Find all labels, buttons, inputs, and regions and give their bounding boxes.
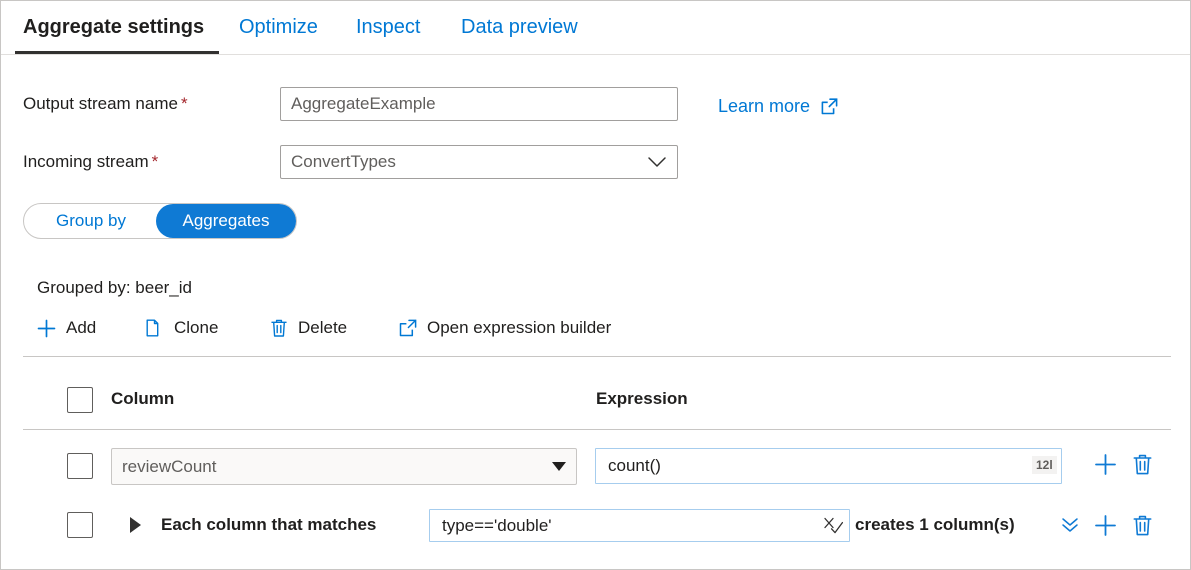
expression-input[interactable]: count() — [595, 448, 1062, 484]
expression-type-badge: 12l — [1032, 456, 1057, 474]
expression-check-icon[interactable] — [821, 514, 845, 536]
add-label: Add — [66, 316, 96, 340]
trash-icon — [268, 318, 289, 339]
open-expression-builder-label: Open expression builder — [427, 316, 611, 340]
chevron-down-icon — [647, 156, 667, 172]
open-expression-builder-button[interactable]: Open expression builder — [397, 314, 611, 342]
grouped-by-text: Grouped by: beer_id — [37, 277, 192, 299]
tab-inspect[interactable]: Inspect — [356, 13, 420, 41]
add-button[interactable]: Add — [36, 314, 96, 342]
row-add-button[interactable] — [1093, 513, 1117, 537]
row-add-button[interactable] — [1093, 452, 1117, 476]
column-header-column: Column — [111, 388, 174, 410]
delete-button[interactable]: Delete — [268, 314, 347, 342]
external-link-icon — [397, 318, 418, 339]
required-asterisk: * — [152, 152, 159, 171]
toggle-option-aggregates[interactable]: Aggregates — [156, 204, 296, 238]
select-all-checkbox[interactable] — [67, 387, 93, 413]
group-aggregates-toggle: Group by Aggregates — [23, 203, 297, 239]
rule-suffix-label: creates 1 column(s) — [855, 514, 1015, 536]
double-chevron-down-icon[interactable] — [1059, 515, 1081, 535]
rule-prefix-label: Each column that matches — [161, 514, 376, 536]
caret-down-icon — [552, 461, 566, 473]
command-bar-divider — [23, 356, 1171, 357]
clone-label: Clone — [174, 316, 218, 340]
tab-bar-divider — [1, 54, 1190, 55]
copy-icon — [144, 318, 165, 339]
tab-aggregate-settings[interactable]: Aggregate settings — [23, 13, 204, 41]
learn-more-label: Learn more — [718, 94, 810, 118]
row-delete-button[interactable] — [1130, 452, 1154, 476]
delete-label: Delete — [298, 316, 347, 340]
incoming-stream-label-text: Incoming stream — [23, 152, 149, 171]
output-stream-name-input[interactable]: AggregateExample — [280, 87, 678, 121]
row-delete-button[interactable] — [1130, 513, 1154, 537]
row-checkbox[interactable] — [67, 453, 93, 479]
expand-triangle-icon[interactable] — [130, 517, 141, 533]
row-checkbox[interactable] — [67, 512, 93, 538]
clone-button[interactable]: Clone — [144, 314, 218, 342]
learn-more-link[interactable]: Learn more — [718, 92, 840, 120]
external-link-icon — [819, 96, 840, 117]
required-asterisk: * — [181, 94, 188, 113]
match-pattern-input[interactable]: type=='double' — [429, 509, 850, 542]
tab-bar: Aggregate settings Optimize Inspect Data… — [1, 1, 1191, 55]
toggle-option-group-by[interactable]: Group by — [24, 204, 158, 238]
plus-icon — [36, 318, 57, 339]
column-select[interactable]: reviewCount — [111, 448, 577, 485]
tab-optimize[interactable]: Optimize — [239, 13, 318, 41]
tab-data-preview[interactable]: Data preview — [461, 13, 578, 41]
output-stream-name-label-text: Output stream name — [23, 94, 178, 113]
incoming-stream-label: Incoming stream* — [23, 151, 158, 173]
table-header-divider — [23, 429, 1171, 430]
aggregate-settings-panel: Aggregate settings Optimize Inspect Data… — [0, 0, 1191, 570]
output-stream-name-label: Output stream name* — [23, 93, 188, 115]
incoming-stream-select[interactable]: ConvertTypes — [280, 145, 678, 179]
column-header-expression: Expression — [596, 388, 688, 410]
